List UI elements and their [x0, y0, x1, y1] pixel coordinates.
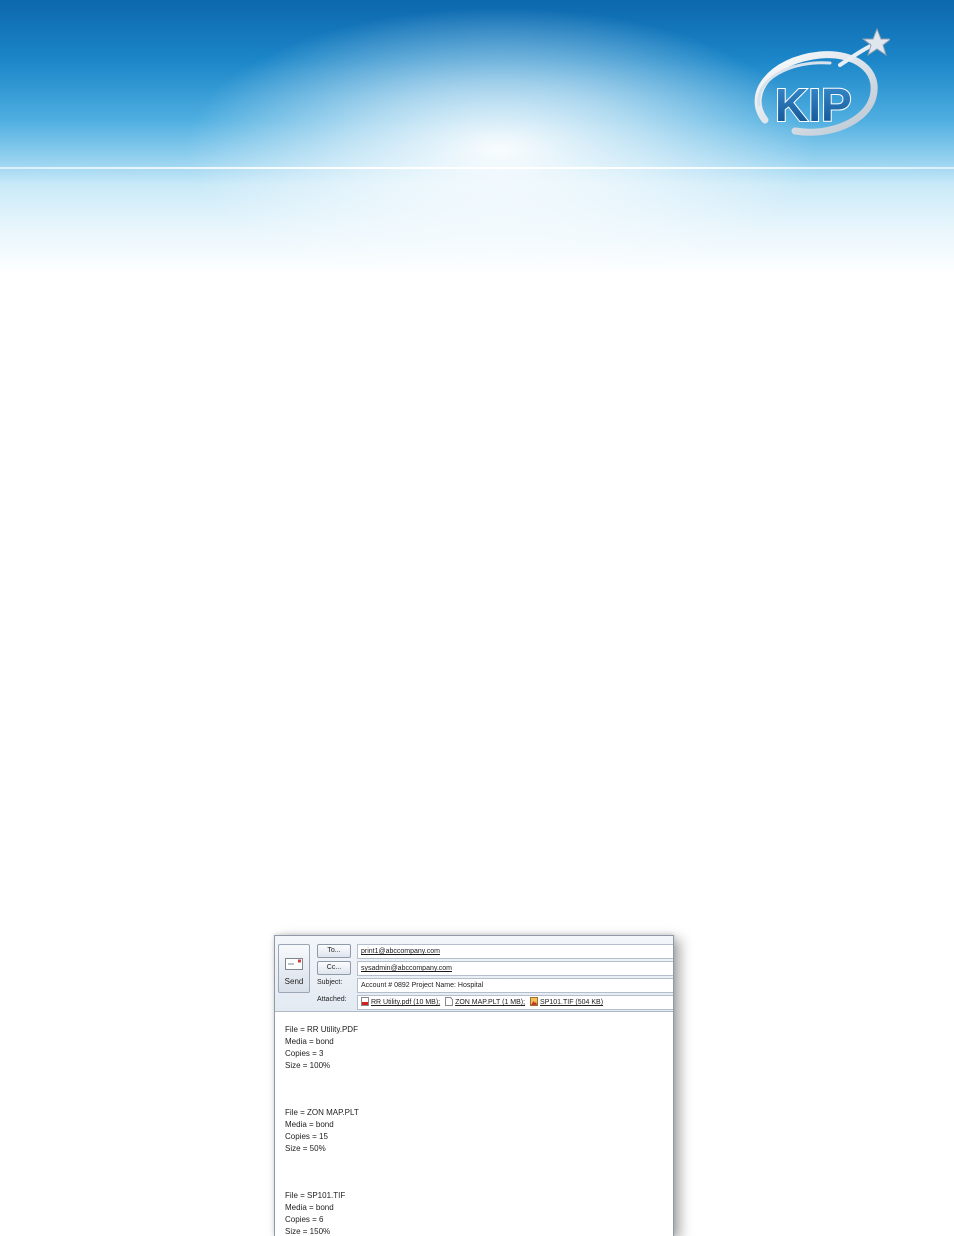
subject-field[interactable]: Account # 0892 Project Name: Hospital: [357, 978, 673, 993]
subject-row: Subject: Account # 0892 Project Name: Ho…: [313, 978, 673, 993]
copies-line: Copies = 3: [285, 1049, 324, 1058]
attachment-tif[interactable]: SP101.TIF (504 KB): [530, 996, 603, 1009]
cc-field[interactable]: sysadmin@abccompany.com: [357, 961, 673, 976]
print-job-entry: File = RR Utility.PDF Media = bond Copie…: [285, 1024, 665, 1072]
attachment-name: RR Utility.pdf (10 MB);: [371, 999, 441, 1006]
media-line: Media = bond: [285, 1203, 334, 1212]
file-line: File = RR Utility.PDF: [285, 1025, 358, 1034]
pdf-file-icon: [361, 997, 369, 1006]
logo-text: KIP: [775, 79, 852, 131]
email-compose-window: Send To... print1@abccompany.com Cc... s…: [274, 935, 674, 1236]
envelope-icon: [285, 958, 303, 970]
cc-button[interactable]: Cc...: [317, 961, 351, 975]
generic-file-icon: [445, 997, 454, 1006]
print-job-entry: File = ZON MAP.PLT Media = bond Copies =…: [285, 1107, 665, 1155]
attached-row: Attached: RR Utility.pdf (10 MB); ZON MA…: [313, 995, 673, 1010]
to-field[interactable]: print1@abccompany.com: [357, 944, 673, 959]
subject-label: Subject:: [317, 979, 343, 986]
header-banner: KIP: [0, 0, 954, 275]
media-line: Media = bond: [285, 1037, 334, 1046]
to-button[interactable]: To...: [317, 944, 351, 958]
attachment-name: SP101.TIF (504 KB): [540, 999, 604, 1006]
to-row: To... print1@abccompany.com: [313, 944, 673, 959]
attachment-pdf[interactable]: RR Utility.pdf (10 MB);: [361, 996, 440, 1009]
attached-label: Attached:: [317, 996, 347, 1003]
email-header: Send To... print1@abccompany.com Cc... s…: [275, 936, 673, 1012]
file-line: File = SP101.TIF: [285, 1191, 346, 1200]
email-body[interactable]: File = RR Utility.PDF Media = bond Copie…: [285, 1024, 665, 1236]
size-line: Size = 50%: [285, 1144, 326, 1153]
attachments-field: RR Utility.pdf (10 MB); ZON MAP.PLT (1 M…: [357, 995, 673, 1010]
print-job-entry: File = SP101.TIF Media = bond Copies = 6…: [285, 1190, 665, 1236]
cc-row: Cc... sysadmin@abccompany.com: [313, 961, 673, 976]
kip-logo: KIP: [754, 27, 890, 136]
image-file-icon: [530, 997, 539, 1006]
size-line: Size = 100%: [285, 1061, 331, 1070]
attachment-plt[interactable]: ZON MAP.PLT (1 MB);: [445, 996, 525, 1009]
attachment-name: ZON MAP.PLT (1 MB);: [455, 999, 526, 1006]
send-label: Send: [284, 977, 304, 986]
media-line: Media = bond: [285, 1120, 334, 1129]
banner-divider: [0, 167, 954, 169]
copies-line: Copies = 6: [285, 1215, 324, 1224]
send-button[interactable]: Send: [278, 944, 310, 993]
file-line: File = ZON MAP.PLT: [285, 1108, 359, 1117]
copies-line: Copies = 15: [285, 1132, 328, 1141]
